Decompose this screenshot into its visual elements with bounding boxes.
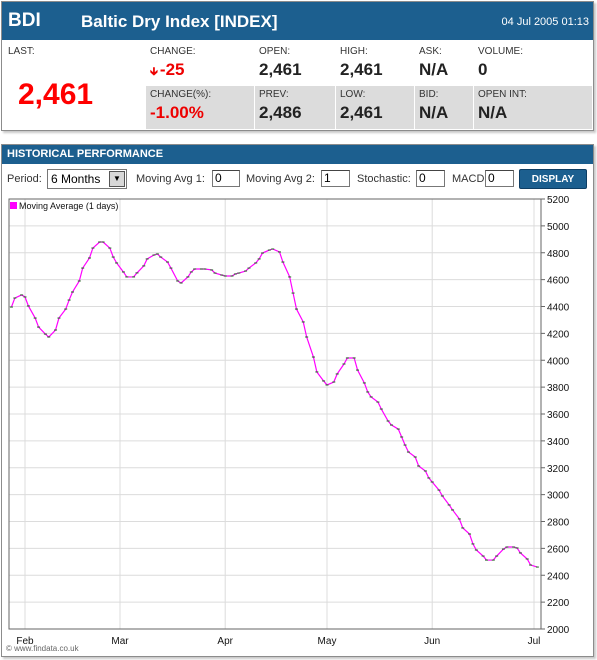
volume-label: VOLUME: [478, 46, 524, 57]
last-label: LAST: [8, 46, 35, 57]
y-tick-label: 4800 [547, 249, 570, 260]
high-cell: HIGH: 2,461 [336, 43, 414, 85]
copyright: © www.findata.co.uk [6, 644, 79, 653]
low-value: 2,461 [340, 103, 383, 122]
quote-panel: BDI Baltic Dry Index [INDEX] 04 Jul 2005… [1, 1, 594, 131]
y-tick-label: 4000 [547, 356, 570, 367]
y-tick-label: 4600 [547, 276, 570, 287]
low-label: LOW: [340, 89, 366, 100]
y-tick-label: 2200 [547, 598, 570, 609]
ask-value: N/A [419, 60, 449, 79]
change-pct-value: -1.00% [150, 103, 204, 122]
open-cell: OPEN: 2,461 [255, 43, 335, 85]
change-label: CHANGE: [150, 46, 196, 57]
y-tick-label: 3800 [547, 383, 570, 394]
change-pct-label: CHANGE(%): [150, 89, 212, 100]
ask-cell: ASK: N/A [415, 43, 473, 85]
open-int-value: N/A [478, 103, 508, 122]
high-label: HIGH: [340, 46, 368, 57]
volume-cell: VOLUME: 0 [474, 43, 592, 85]
open-label: OPEN: [259, 46, 291, 57]
symbol: BDI [8, 10, 41, 31]
chart-legend: Moving Average (1 days) [10, 201, 118, 211]
instrument-name: Baltic Dry Index [INDEX] [81, 12, 278, 31]
y-tick-label: 5200 [547, 195, 570, 206]
y-tick-label: 2400 [547, 571, 570, 582]
legend-swatch [10, 202, 17, 209]
change-value: -25 [159, 60, 185, 79]
change-cell: CHANGE: 🡳 -25 [146, 43, 254, 85]
y-tick-label: 2800 [547, 518, 570, 529]
y-tick-label: 3400 [547, 437, 570, 448]
down-arrow-icon: 🡳 [150, 66, 158, 78]
x-tick-label: Apr [217, 636, 233, 647]
x-tick-label: May [318, 636, 337, 647]
bid-label: BID: [419, 89, 439, 100]
quote-header: BDI Baltic Dry Index [INDEX] 04 Jul 2005… [2, 2, 593, 40]
bid-value: N/A [419, 103, 449, 122]
timestamp: 04 Jul 2005 01:13 [501, 16, 589, 28]
change-pct-cell: CHANGE(%): -1.00% [146, 86, 254, 129]
y-tick-label: 4200 [547, 329, 570, 340]
last-value: 2,461 [18, 78, 94, 111]
ask-label: ASK: [419, 46, 442, 57]
bid-cell: BID: N/A [415, 86, 473, 129]
legend-label: Moving Average (1 days) [19, 201, 119, 211]
y-tick-label: 2000 [547, 625, 570, 636]
open-int-cell: OPEN INT: N/A [474, 86, 592, 129]
x-tick-label: Jul [528, 636, 541, 647]
high-value: 2,461 [340, 60, 383, 79]
price-chart: 2000 2200 2400 2600 2800 3000 3200 3400 3600 3800… [8, 195, 570, 647]
prev-value: 2,486 [259, 103, 302, 122]
y-tick-label: 3000 [547, 491, 570, 502]
low-cell: LOW: 2,461 [336, 86, 414, 129]
volume-value: 0 [478, 60, 488, 79]
prev-cell: PREV: 2,486 [255, 86, 335, 129]
y-tick-label: 5000 [547, 222, 570, 233]
prev-label: PREV: [259, 89, 289, 100]
open-int-label: OPEN INT: [478, 89, 527, 100]
open-value: 2,461 [259, 60, 302, 79]
last-cell: LAST: 2,461 [4, 43, 144, 129]
y-tick-label: 2600 [547, 544, 570, 555]
y-tick-label: 4400 [547, 303, 570, 314]
historical-panel: HISTORICAL PERFORMANCE Period: 6 Months … [1, 144, 594, 657]
y-tick-label: 3600 [547, 410, 570, 421]
x-tick-label: Jun [424, 636, 440, 647]
y-tick-label: 3200 [547, 464, 570, 475]
x-tick-label: Mar [111, 636, 129, 647]
